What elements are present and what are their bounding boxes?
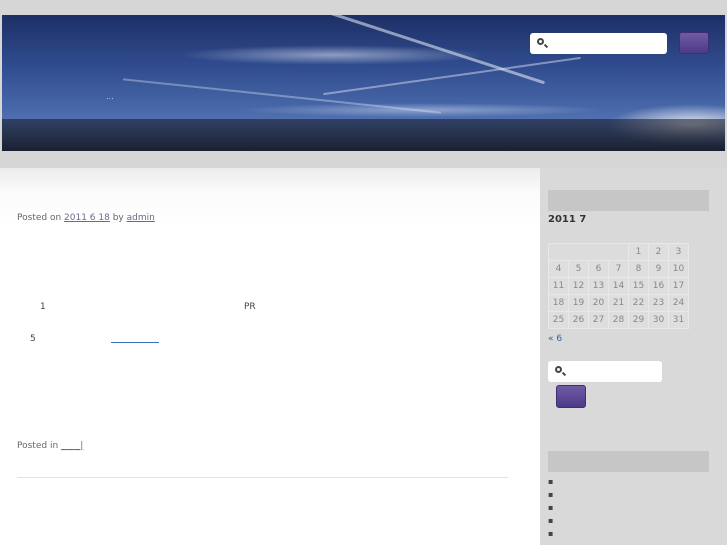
calendar-day: 18 — [548, 294, 569, 312]
calendar-day: 26 — [568, 311, 589, 329]
search-icon — [555, 366, 562, 373]
calendar-table: 1 2 3 4 5 6 7 8 9 10 11 12 13 14 15 16 17 18 19 20 21 22 23 24 2… — [548, 243, 689, 329]
list-item[interactable]: ▪ — [548, 514, 553, 527]
calendar-day: 8 — [628, 260, 649, 278]
by-label: by — [112, 213, 124, 223]
sidebar-search-input[interactable] — [548, 361, 662, 382]
post-divider — [17, 477, 508, 478]
sidebar: 2011 7 1 2 3 4 5 6 7 8 9 10 11 12 13 14 15 16 17 18 19 20 21… — [540, 168, 727, 545]
calendar-day: 13 — [588, 277, 609, 295]
calendar-day: 7 — [608, 260, 629, 278]
calendar-week: 11 12 13 14 15 16 17 — [548, 277, 689, 295]
posted-in-label: Posted in — [17, 441, 59, 451]
calendar-week: 25 26 27 28 29 30 31 — [548, 311, 689, 329]
calendar-day: 11 — [548, 277, 569, 295]
category-link[interactable]: _ _ _| — [61, 441, 83, 451]
site-tagline: ... — [106, 92, 114, 101]
calendar-day: 6 — [588, 260, 609, 278]
post-meta: Posted on 2011 6 18 by admin — [17, 213, 155, 223]
header-search-input[interactable] — [530, 33, 667, 54]
calendar-pad — [548, 243, 629, 261]
calendar-day: 23 — [648, 294, 669, 312]
calendar-week: 123 — [548, 243, 689, 261]
calendar-day: 25 — [548, 311, 569, 329]
post-text: PR — [244, 302, 256, 312]
calendar-day: 9 — [648, 260, 669, 278]
calendar-day: 31 — [668, 311, 689, 329]
post-date-link[interactable]: 2011 6 18 — [64, 213, 110, 223]
calendar-day: 20 — [588, 294, 609, 312]
calendar-day: 4 — [548, 260, 569, 278]
calendar-week: 4 5 6 7 8 9 10 — [548, 260, 689, 278]
post-inline-link[interactable] — [111, 342, 159, 343]
calendar-day: 17 — [668, 277, 689, 295]
list-item[interactable]: ▪ — [548, 475, 553, 488]
posted-on-label: Posted on — [17, 213, 62, 223]
search-icon — [537, 38, 544, 45]
widget-title-bar — [548, 190, 709, 211]
sidebar-search-button[interactable] — [556, 385, 586, 408]
cloud-streak — [258, 15, 546, 85]
post-text: 5 — [30, 334, 36, 344]
calendar-caption: 2011 7 — [548, 214, 587, 225]
header-band — [2, 119, 725, 151]
list-item[interactable]: ▪ — [548, 501, 553, 514]
calendar-day: 16 — [648, 277, 669, 295]
calendar-day: 28 — [608, 311, 629, 329]
calendar-day: 21 — [608, 294, 629, 312]
main-content: Posted on 2011 6 18 by admin 1 PR 5 Post… — [0, 168, 540, 545]
calendar-prev-link[interactable]: « 6 — [548, 334, 562, 344]
sidebar-list: ▪ ▪ ▪ ▪ ▪ — [548, 475, 553, 540]
calendar-day: 5 — [568, 260, 589, 278]
calendar-day: 10 — [668, 260, 689, 278]
calendar-day: 22 — [628, 294, 649, 312]
calendar-day: 2 — [648, 243, 669, 261]
widget-title-bar — [548, 451, 709, 472]
cloud-streak — [323, 56, 581, 96]
calendar-day: 29 — [628, 311, 649, 329]
author-link[interactable]: admin — [127, 213, 155, 223]
calendar-day: 15 — [628, 277, 649, 295]
calendar-day: 19 — [568, 294, 589, 312]
list-item[interactable]: ▪ — [548, 527, 553, 540]
calendar-week: 18 19 20 21 22 23 24 — [548, 294, 689, 312]
post-categories: Posted in _ _ _| — [17, 441, 83, 451]
calendar-day: 12 — [568, 277, 589, 295]
calendar-day: 27 — [588, 311, 609, 329]
calendar-day: 3 — [668, 243, 689, 261]
calendar-day: 24 — [668, 294, 689, 312]
post-text: 1 — [40, 302, 46, 312]
calendar-day: 1 — [628, 243, 649, 261]
calendar-day: 14 — [608, 277, 629, 295]
list-item[interactable]: ▪ — [548, 488, 553, 501]
header-search-button[interactable] — [679, 32, 709, 54]
calendar-day: 30 — [648, 311, 669, 329]
